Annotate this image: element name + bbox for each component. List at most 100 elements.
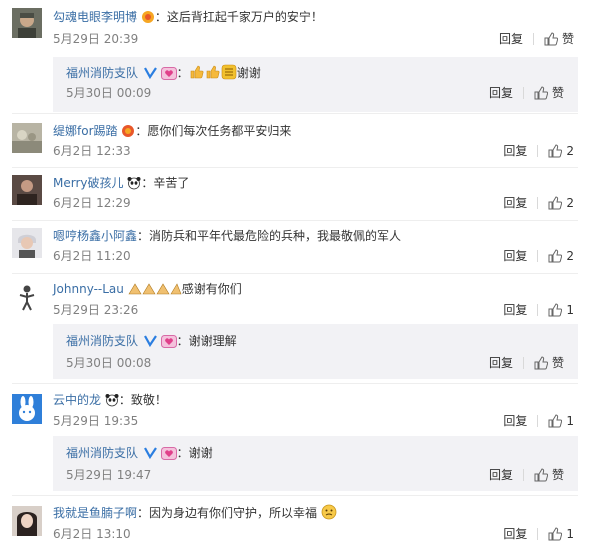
verified-v-icon: [143, 446, 157, 460]
heart-badge-icon: [160, 335, 177, 352]
reply-button[interactable]: 回复: [503, 248, 527, 264]
avatar[interactable]: [12, 228, 42, 258]
divider: [537, 304, 539, 316]
thumbs-up-icon: [548, 303, 563, 317]
reply-text: ：谢谢: [176, 446, 213, 460]
reply-button[interactable]: 回复: [503, 302, 527, 318]
like-button[interactable]: 2: [548, 143, 574, 159]
panda-icon: [105, 393, 119, 411]
like-count: 2: [566, 144, 574, 158]
username[interactable]: 福州消防支队: [66, 334, 138, 348]
thumbs-up-emoji-icon: [189, 64, 237, 84]
thumbs-up-icon: [534, 86, 549, 100]
comment-text: ：消防兵和平年代最危险的兵种，我最敬佩的军人: [137, 229, 402, 243]
panda-icon: [127, 176, 141, 194]
username[interactable]: 福州消防支队: [66, 66, 138, 80]
comment-time: 6月2日 12:29: [53, 196, 131, 210]
thumbs-up-icon: [534, 356, 549, 370]
divider: [537, 145, 539, 157]
reply-text: ：谢谢理解: [176, 334, 237, 348]
emoji-icon: [128, 282, 182, 300]
divider: [12, 383, 578, 384]
like-button[interactable]: 1: [548, 526, 574, 542]
divider: [522, 87, 524, 99]
sun-badge-icon: [141, 10, 155, 28]
comment-time: 6月2日 13:10: [53, 527, 131, 541]
reply-button[interactable]: 回复: [489, 467, 513, 483]
divider: [12, 113, 578, 114]
reply-time: 5月30日 00:08: [66, 356, 152, 370]
thumbs-up-icon: [548, 249, 563, 263]
reply-time: 5月30日 00:09: [66, 86, 152, 100]
like-button[interactable]: 赞: [534, 467, 564, 483]
divider: [537, 197, 539, 209]
thumbs-up-icon: [544, 32, 559, 46]
like-button[interactable]: 2: [548, 248, 574, 264]
username[interactable]: 缇娜for踢踏: [53, 124, 118, 138]
like-button[interactable]: 1: [548, 413, 574, 429]
like-button[interactable]: 2: [548, 195, 574, 211]
like-button[interactable]: 赞: [534, 355, 564, 371]
reply-item: 福州消防支队 ：谢谢 5月30日 00:09 回复 赞: [53, 57, 578, 112]
heart-badge-icon: [160, 67, 177, 84]
like-button[interactable]: 1: [548, 302, 574, 318]
reply-button[interactable]: 回复: [503, 526, 527, 542]
divider: [522, 469, 524, 481]
avatar[interactable]: [12, 175, 42, 205]
reply-time: 5月29日 19:47: [66, 468, 152, 482]
divider: [12, 273, 578, 274]
comment-text: 感谢有你们: [181, 282, 242, 296]
username[interactable]: Merry破孩儿: [53, 176, 124, 190]
like-count: 赞: [561, 32, 574, 46]
reply-button[interactable]: 回复: [489, 355, 513, 371]
comment-text: ：致敬！: [118, 393, 167, 407]
comment-time: 5月29日 20:39: [53, 32, 139, 46]
like-count: 2: [566, 249, 574, 263]
comment-time: 6月2日 12:33: [53, 144, 131, 158]
username[interactable]: 嗯哼杨鑫小阿鑫: [53, 229, 137, 243]
username[interactable]: 勾魂电眼李明博: [53, 10, 137, 24]
avatar[interactable]: [12, 282, 42, 312]
verified-v-icon: [143, 66, 157, 80]
avatar[interactable]: [12, 506, 42, 536]
avatar[interactable]: [12, 394, 42, 424]
thumbs-up-icon: [534, 468, 549, 482]
thumbs-up-icon: [548, 527, 563, 541]
reply-button[interactable]: 回复: [499, 31, 523, 47]
like-button[interactable]: 赞: [534, 85, 564, 101]
username[interactable]: 我就是鱼腩子啊: [53, 506, 137, 520]
reply-button[interactable]: 回复: [503, 143, 527, 159]
reply-button[interactable]: 回复: [503, 413, 527, 429]
like-count: 2: [566, 196, 574, 210]
avatar[interactable]: [12, 123, 42, 153]
like-count: 赞: [551, 356, 564, 370]
reply-button[interactable]: 回复: [503, 195, 527, 211]
emoji-icon: [321, 504, 337, 524]
username[interactable]: 福州消防支队: [66, 446, 138, 460]
verified-v-icon: [143, 334, 157, 348]
username[interactable]: 云中的龙: [53, 393, 101, 407]
divider: [12, 495, 578, 496]
reply-item: 福州消防支队 ：谢谢 5月29日 19:47 回复 赞: [53, 436, 578, 491]
divider: [537, 415, 539, 427]
heart-badge-icon: [160, 447, 177, 464]
avatar[interactable]: [12, 8, 42, 38]
reply-item: 福州消防支队 ：谢谢理解 5月30日 00:08 回复 赞: [53, 324, 578, 379]
divider: [12, 220, 578, 221]
sun-badge-icon: [121, 124, 135, 142]
like-count: 1: [566, 414, 574, 428]
like-count: 1: [566, 527, 574, 541]
comment-time: 6月2日 11:20: [53, 249, 131, 263]
comment-text: ：辛苦了: [141, 176, 190, 190]
divider: [537, 528, 539, 540]
thumbs-up-icon: [548, 196, 563, 210]
like-button[interactable]: 赞: [544, 31, 574, 47]
comment-text: ：这后背扛起千家万户的安宁！: [154, 10, 323, 24]
divider: [12, 167, 578, 168]
reply-button[interactable]: 回复: [489, 85, 513, 101]
username[interactable]: Johnny--Lau: [53, 282, 124, 296]
comment-time: 5月29日 19:35: [53, 414, 139, 428]
reply-text: 谢谢: [236, 66, 261, 80]
divider: [537, 250, 539, 262]
like-count: 赞: [551, 86, 564, 100]
